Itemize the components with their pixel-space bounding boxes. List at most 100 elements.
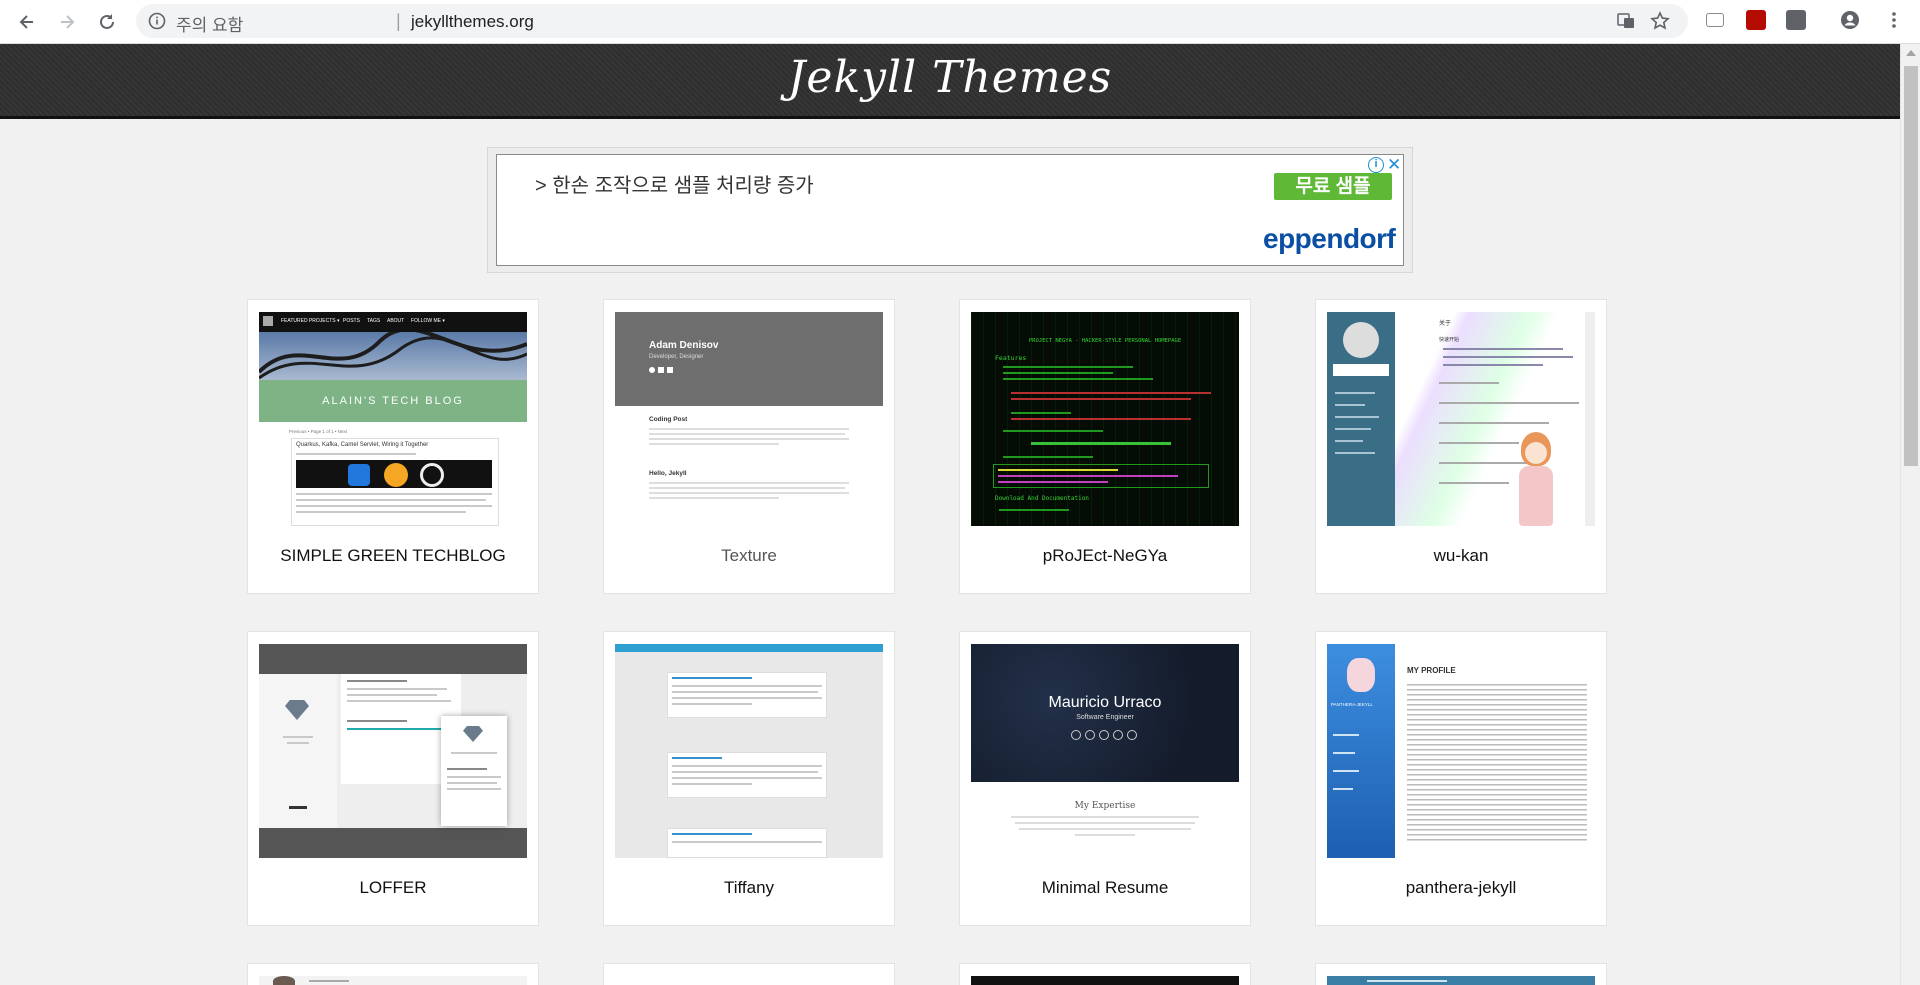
preview-text-line bbox=[347, 720, 407, 722]
preview-nav-item: FEATURED PROJECTS ▾ bbox=[281, 318, 340, 324]
theme-card-project-negya[interactable]: PROJECT NEGYA - HACKER-STYLE PERSONAL HO… bbox=[959, 299, 1251, 594]
forward-button[interactable] bbox=[52, 7, 82, 37]
url-separator: | bbox=[396, 11, 401, 31]
preview-text-line bbox=[447, 776, 501, 778]
preview-green-banner: ALAIN'S TECH BLOG bbox=[259, 380, 527, 422]
preview-heading: PROJECT NEGYA - HACKER-STYLE PERSONAL HO… bbox=[1028, 338, 1182, 344]
page-scrollbar[interactable] bbox=[1900, 44, 1920, 985]
theme-name[interactable]: LOFFER bbox=[248, 878, 538, 898]
theme-preview[interactable]: 关于 快速开始 bbox=[1327, 312, 1595, 526]
preview-header: Adam Denisov Developer, Designer bbox=[615, 312, 883, 406]
bookmark-star-icon[interactable] bbox=[1650, 11, 1670, 31]
site-title[interactable]: Jekyll Themes bbox=[0, 52, 1900, 103]
preview-post-title: Hello, Jekyll bbox=[649, 470, 687, 477]
preview-post: Quarkus, Kafka, Camel Servlet, Wiring it… bbox=[291, 438, 499, 526]
preview-post-title: Coding Post bbox=[649, 416, 688, 423]
theme-card-texture[interactable]: Adam Denisov Developer, Designer Coding … bbox=[603, 299, 895, 594]
theme-name[interactable]: Texture bbox=[604, 546, 894, 566]
preview-sidebar bbox=[1327, 312, 1395, 526]
preview-formula bbox=[1031, 442, 1171, 445]
theme-card-partial[interactable] bbox=[1315, 963, 1607, 985]
theme-preview[interactable]: PANTHERA-JEKYLL MY PROFILE bbox=[1327, 644, 1595, 858]
ad-close-icon[interactable]: ✕ bbox=[1387, 155, 1401, 175]
ad-info-icon[interactable]: i bbox=[1368, 157, 1384, 173]
preview-code-line bbox=[1011, 398, 1191, 400]
preview-post-image bbox=[296, 460, 492, 488]
preview-text-line bbox=[672, 765, 822, 767]
site-header: Jekyll Themes bbox=[0, 44, 1900, 119]
preview-text-line bbox=[672, 777, 822, 779]
preview-social-icon bbox=[649, 367, 655, 373]
ad-banner[interactable]: > 한손 조작으로 샘플 처리량 증가 무료 샘플 eppendorf i ✕ bbox=[487, 147, 1413, 273]
theme-card-wu-kan[interactable]: 关于 快速开始 wu-kan bbox=[1315, 299, 1607, 594]
preview-text-line bbox=[672, 841, 822, 843]
theme-card-panthera-jekyll[interactable]: PANTHERA-JEKYLL MY PROFILE panthera-jeky… bbox=[1315, 631, 1607, 926]
ad-cta-button[interactable]: 무료 샘플 bbox=[1274, 173, 1392, 200]
theme-card-minimal-resume[interactable]: Mauricio Urraco Software Engineer My Exp… bbox=[959, 631, 1251, 926]
theme-name[interactable]: Tiffany bbox=[604, 878, 894, 898]
preview-text-line bbox=[1443, 348, 1563, 350]
theme-preview[interactable] bbox=[259, 644, 527, 858]
preview-body-text bbox=[1407, 684, 1587, 844]
preview-text-line bbox=[672, 757, 722, 759]
theme-preview[interactable]: Mauricio Urraco Software Engineer My Exp… bbox=[971, 644, 1239, 858]
theme-name[interactable]: SIMPLE GREEN TECHBLOG bbox=[248, 546, 538, 566]
preview-sidebar-line bbox=[1333, 752, 1355, 754]
scroll-up-arrow-icon[interactable] bbox=[1906, 50, 1916, 56]
preview-text-line bbox=[1075, 834, 1135, 836]
theme-card-loffer[interactable]: LOFFER bbox=[247, 631, 539, 926]
address-bar[interactable]: 주의 요함 | jekyllthemes.org bbox=[136, 4, 1688, 38]
theme-preview[interactable] bbox=[971, 976, 1239, 985]
extension-icon[interactable] bbox=[1786, 10, 1806, 30]
reload-button[interactable] bbox=[92, 7, 122, 37]
theme-card-partial[interactable] bbox=[959, 963, 1251, 985]
ad-brand-logo[interactable]: eppendorf bbox=[1263, 223, 1396, 255]
preview-heading: MY PROFILE bbox=[1407, 666, 1456, 675]
preview-text-line bbox=[1367, 980, 1447, 982]
back-button[interactable] bbox=[12, 7, 42, 37]
menu-kebab-icon[interactable] bbox=[1884, 10, 1904, 30]
translate-icon[interactable] bbox=[1616, 11, 1636, 31]
arrow-left-icon bbox=[19, 15, 33, 29]
preview-text-line bbox=[1019, 828, 1191, 830]
theme-card-simple-green-techblog[interactable]: FEATURED PROJECTS ▾ POSTS TAGS ABOUT FOL… bbox=[247, 299, 539, 594]
theme-card-partial[interactable] bbox=[603, 963, 895, 985]
scroll-thumb[interactable] bbox=[1904, 66, 1918, 466]
pdf-extension-icon[interactable] bbox=[1746, 10, 1766, 30]
preview-anime-character bbox=[1513, 432, 1559, 526]
theme-preview[interactable] bbox=[615, 644, 883, 858]
theme-preview[interactable]: PROJECT NEGYA - HACKER-STYLE PERSONAL HO… bbox=[971, 312, 1239, 526]
preview-code-line bbox=[998, 481, 1108, 483]
preview-text-line bbox=[1443, 364, 1543, 366]
info-icon[interactable] bbox=[148, 12, 166, 30]
preview-text-line bbox=[347, 728, 447, 730]
preview-hero-image bbox=[259, 327, 527, 380]
theme-preview[interactable] bbox=[259, 976, 527, 985]
cast-icon[interactable] bbox=[1706, 13, 1724, 27]
security-warning[interactable]: 주의 요함 bbox=[176, 11, 243, 36]
preview-text-line bbox=[672, 691, 818, 693]
preview-text-line bbox=[672, 783, 752, 785]
theme-preview[interactable] bbox=[615, 976, 883, 985]
theme-name[interactable]: panthera-jekyll bbox=[1316, 878, 1606, 898]
preview-sidebar-line bbox=[1335, 404, 1365, 406]
theme-preview[interactable]: Adam Denisov Developer, Designer Coding … bbox=[615, 312, 883, 526]
theme-name[interactable]: wu-kan bbox=[1316, 546, 1606, 566]
preview-sidebar-line bbox=[1335, 452, 1375, 454]
preview-post-card bbox=[667, 828, 827, 858]
preview-section-title: My Expertise bbox=[1074, 801, 1136, 811]
theme-preview[interactable]: FEATURED PROJECTS ▾ POSTS TAGS ABOUT FOL… bbox=[259, 312, 527, 526]
ad-headline[interactable]: > 한손 조작으로 샘플 처리량 증가 bbox=[535, 169, 814, 198]
ad-content[interactable]: > 한손 조작으로 샘플 처리량 증가 무료 샘플 eppendorf i ✕ bbox=[496, 154, 1404, 266]
preview-post-card bbox=[667, 752, 827, 798]
theme-name[interactable]: pRoJEct-NeGYa bbox=[960, 546, 1250, 566]
preview-banner-title: ALAIN'S TECH BLOG bbox=[322, 395, 464, 407]
theme-preview[interactable] bbox=[1327, 976, 1595, 985]
url-text[interactable]: jekyllthemes.org bbox=[411, 12, 534, 32]
preview-mobile-view bbox=[441, 716, 507, 826]
theme-card-partial[interactable] bbox=[247, 963, 539, 985]
preview-social-icon bbox=[1071, 730, 1081, 740]
theme-card-tiffany[interactable]: Tiffany bbox=[603, 631, 895, 926]
profile-avatar-icon[interactable] bbox=[1840, 10, 1860, 30]
theme-name[interactable]: Minimal Resume bbox=[960, 878, 1250, 898]
